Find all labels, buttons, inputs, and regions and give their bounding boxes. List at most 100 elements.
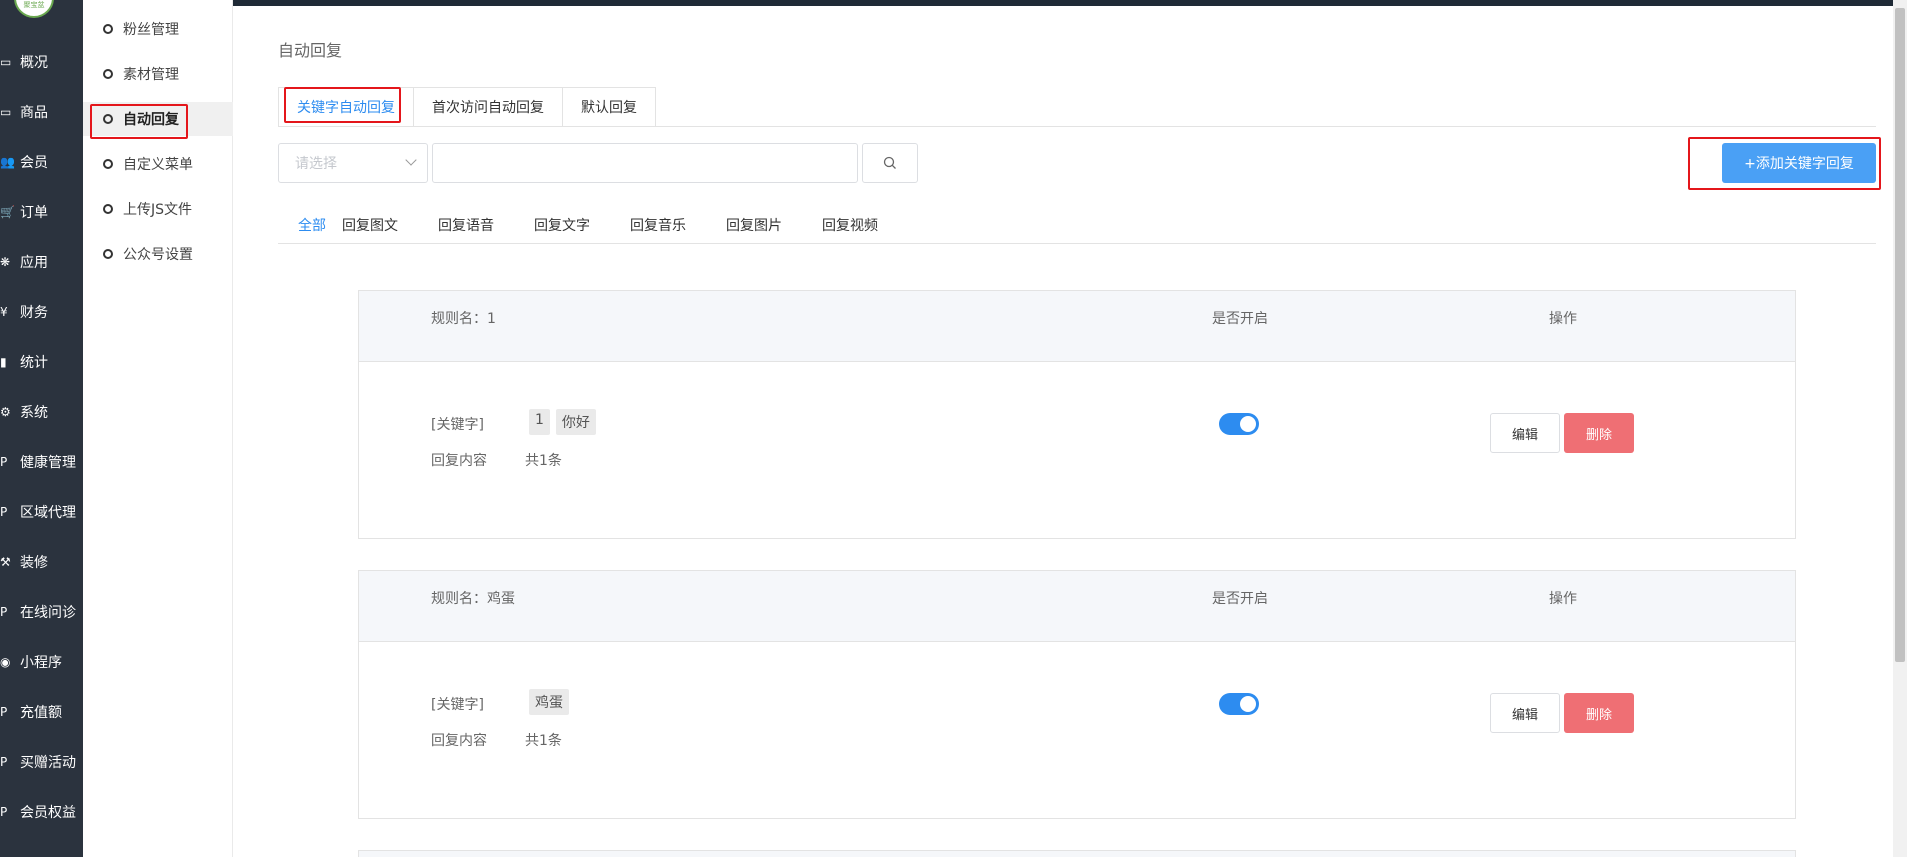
submenu-item[interactable]: 自定义菜单 xyxy=(83,147,233,181)
submenu-item[interactable]: 自动回复 xyxy=(83,102,233,136)
scrollbar-thumb[interactable] xyxy=(1895,8,1905,662)
reply-content-label: 回复内容 xyxy=(431,453,487,469)
tabs-divider xyxy=(278,126,1876,127)
keyword-tag: 鸡蛋 xyxy=(529,689,569,715)
submenu-item[interactable]: 公众号设置 xyxy=(83,237,233,271)
filter-news[interactable]: 回复图文 xyxy=(342,215,398,235)
wechat-icon: ◉ xyxy=(0,655,11,669)
filter-all[interactable]: 全部 xyxy=(298,215,326,235)
tab-default-reply[interactable]: 默认回复 xyxy=(562,87,656,127)
sidebar-item-label: 会员权益 xyxy=(20,805,76,821)
chevron-down-icon xyxy=(405,154,417,166)
sidebar-item[interactable]: P 充值额 xyxy=(0,697,83,727)
circle-icon xyxy=(103,249,113,259)
sidebar-item-label: 买赠活动 xyxy=(20,755,76,771)
paypal-icon: P xyxy=(0,805,8,819)
rule-card: 规则名：鸡蛋 是否开启 操作 [关键字] 鸡蛋 回复内容 共1条 编辑 删除 xyxy=(358,570,1796,819)
sidebar-item[interactable]: P 区域代理 xyxy=(0,497,83,527)
rule-card-body: [关键字] 1 你好 回复内容 共1条 编辑 删除 xyxy=(359,362,1795,538)
sidebar-item[interactable]: P 健康管理 xyxy=(0,447,83,477)
edit-button[interactable]: 编辑 xyxy=(1490,693,1560,733)
logo[interactable]: 聚宝盆 xyxy=(14,0,54,18)
delete-button[interactable]: 删除 xyxy=(1564,413,1634,453)
circle-icon xyxy=(103,69,113,79)
sidebar-item[interactable]: ⚒ 装修 xyxy=(0,547,83,577)
type-select-placeholder: 请选择 xyxy=(295,156,337,172)
rule-name: 规则名：1 xyxy=(431,311,496,327)
submenu-item-label: 素材管理 xyxy=(123,67,179,83)
reply-count: 共1条 xyxy=(525,733,562,749)
sidebar-item[interactable]: ▭ 概况 xyxy=(0,47,83,77)
filter-voice[interactable]: 回复语音 xyxy=(438,215,494,235)
circle-icon xyxy=(103,24,113,34)
tab-bar: 关键字自动回复 首次访问自动回复 默认回复 xyxy=(278,87,656,127)
goods-icon: ▭ xyxy=(0,105,12,119)
sidebar-item-label: 健康管理 xyxy=(20,455,76,471)
search-input[interactable] xyxy=(432,143,858,183)
sidebar-item-label: 区域代理 xyxy=(20,505,76,521)
circle-icon xyxy=(103,159,113,169)
edit-button[interactable]: 编辑 xyxy=(1490,413,1560,453)
search-icon xyxy=(883,156,896,169)
submenu-item[interactable]: 素材管理 xyxy=(83,57,233,91)
sidebar-item[interactable]: ▭ 商品 xyxy=(0,97,83,127)
sidebar-item[interactable]: 👥 会员 xyxy=(0,147,83,177)
filter-music[interactable]: 回复音乐 xyxy=(630,215,686,235)
paypal-icon: P xyxy=(0,455,8,469)
submenu-item[interactable]: 上传JS文件 xyxy=(83,192,233,226)
sidebar-item[interactable]: ¥ 财务 xyxy=(0,297,83,327)
rule-card-partial xyxy=(358,850,1796,857)
submenu-item[interactable]: 粉丝管理 xyxy=(83,12,233,46)
sidebar-item-label: 应用 xyxy=(20,255,48,271)
filter-image[interactable]: 回复图片 xyxy=(726,215,782,235)
gears-icon: ⚙ xyxy=(0,405,11,419)
sidebar-item-label: 商品 xyxy=(20,105,48,121)
submenu-item-label: 公众号设置 xyxy=(123,247,193,263)
actions-column-header: 操作 xyxy=(1549,311,1577,327)
paypal-icon: P xyxy=(0,505,8,519)
yen-icon: ¥ xyxy=(0,305,8,319)
type-select[interactable]: 请选择 xyxy=(278,143,428,183)
page-title: 自动回复 xyxy=(278,41,343,60)
hammer-icon: ⚒ xyxy=(0,555,11,569)
actions-column-header: 操作 xyxy=(1549,591,1577,607)
sidebar-item[interactable]: ◉ 小程序 xyxy=(0,647,83,677)
reply-content-label: 回复内容 xyxy=(431,733,487,749)
sidebar-item-label: 概况 xyxy=(20,55,48,71)
secondary-sidebar: 粉丝管理素材管理自动回复自定义菜单上传JS文件公众号设置 xyxy=(83,0,233,857)
keyword-tags: 鸡蛋 xyxy=(529,689,575,715)
sidebar-item[interactable]: ▮ 统计 xyxy=(0,347,83,377)
circle-icon xyxy=(103,204,113,214)
rule-card-header: 规则名：鸡蛋 是否开启 操作 xyxy=(359,571,1795,642)
reply-count: 共1条 xyxy=(525,453,562,469)
add-keyword-reply-button[interactable]: +添加关键字回复 xyxy=(1722,143,1876,183)
filter-text[interactable]: 回复文字 xyxy=(534,215,590,235)
logo-text: 聚宝盆 xyxy=(23,1,45,9)
sidebar-item[interactable]: P 在线问诊 xyxy=(0,597,83,627)
submenu-item-label: 自定义菜单 xyxy=(123,157,193,173)
rule-card-header: 规则名：1 是否开启 操作 xyxy=(359,291,1795,362)
enabled-toggle[interactable] xyxy=(1219,413,1259,435)
paypal-icon: P xyxy=(0,755,8,769)
apps-icon: ❋ xyxy=(0,255,11,269)
filters-divider xyxy=(278,243,1876,244)
tab-keyword-reply[interactable]: 关键字自动回复 xyxy=(278,87,414,127)
keyword-label: [关键字] xyxy=(431,697,484,713)
enabled-toggle[interactable] xyxy=(1219,693,1259,715)
delete-button[interactable]: 删除 xyxy=(1564,693,1634,733)
cart-icon: 🛒 xyxy=(0,205,15,219)
search-button[interactable] xyxy=(862,143,918,183)
filter-video[interactable]: 回复视频 xyxy=(822,215,878,235)
rule-card-body: [关键字] 鸡蛋 回复内容 共1条 编辑 删除 xyxy=(359,642,1795,818)
sidebar-item[interactable]: ⚙ 系统 xyxy=(0,397,83,427)
tab-first-visit-reply[interactable]: 首次访问自动回复 xyxy=(413,87,563,127)
sidebar-item-label: 财务 xyxy=(20,305,48,321)
sidebar-item[interactable]: ❋ 应用 xyxy=(0,247,83,277)
sidebar-item[interactable]: P 买赠活动 xyxy=(0,747,83,777)
reply-type-filters: 全部 回复图文 回复语音 回复文字 回复音乐 回复图片 回复视频 xyxy=(278,215,878,235)
sidebar-item[interactable]: 🛒 订单 xyxy=(0,197,83,227)
submenu-item-label: 自动回复 xyxy=(123,112,179,128)
sidebar-item[interactable]: P 会员权益 xyxy=(0,797,83,827)
sidebar-item-label: 系统 xyxy=(20,405,48,421)
dashboard-icon: ▭ xyxy=(0,55,12,69)
